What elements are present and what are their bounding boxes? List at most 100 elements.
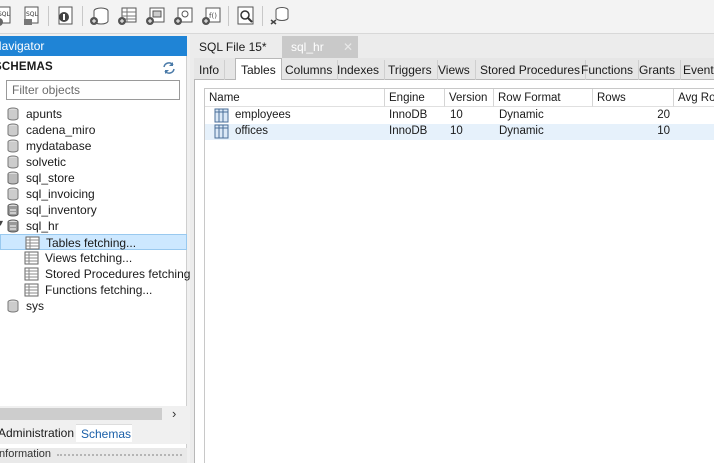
functions-folder-icon <box>24 283 39 297</box>
tab-schemas[interactable]: Schemas <box>76 424 132 442</box>
editor-area: SQL File 15* sql_hr ✕ Info Tables Column… <box>190 34 714 463</box>
filter-objects-input[interactable] <box>6 80 180 100</box>
sql-new-icon[interactable]: SQL <box>0 5 16 27</box>
tree-item-label: Views fetching... <box>45 251 133 265</box>
create-procedure-icon[interactable] <box>173 5 195 27</box>
tree-item-views[interactable]: Views fetching... <box>0 250 187 266</box>
column-header-engine[interactable]: Engine <box>385 89 445 107</box>
sql-open-icon[interactable]: SQL <box>22 5 44 27</box>
main-toolbar: SQL SQL f() <box>0 0 714 34</box>
scrollbar-thumb[interactable] <box>0 408 162 420</box>
tab-administration[interactable]: Administration <box>0 424 81 442</box>
tab-columns[interactable]: Columns <box>280 60 339 80</box>
tab-events[interactable]: Events <box>678 60 714 80</box>
reconnect-icon[interactable] <box>269 5 291 27</box>
schema-inspector-tabs: Info Tables Columns Indexes Triggers Vie… <box>194 58 714 81</box>
schema-item-sys[interactable]: sys <box>0 298 187 314</box>
close-icon[interactable]: ✕ <box>343 40 353 54</box>
table-engine: InnoDB <box>389 125 428 137</box>
schema-label: solvetic <box>26 155 67 169</box>
tab-sql-hr[interactable]: sql_hr ✕ <box>282 36 358 58</box>
column-header-avg-row-length[interactable]: Avg Row Length <box>674 89 714 107</box>
information-bar[interactable]: Information <box>0 448 187 463</box>
schema-item-sql-invoicing[interactable]: sql_invoicing <box>0 186 187 202</box>
svg-text:SQL: SQL <box>0 11 11 18</box>
table-row[interactable]: employees InnoDB 10 Dynamic 20 <box>205 108 714 124</box>
tree-item-tables[interactable]: Tables fetching... <box>0 234 187 250</box>
table-version: 10 <box>450 125 463 137</box>
tab-stored-procedures[interactable]: Stored Procedures <box>475 60 587 80</box>
tab-info[interactable]: Info <box>194 60 226 80</box>
table-rows: 20 <box>657 109 670 121</box>
tree-item-stored-procedures[interactable]: Stored Procedures fetching... <box>0 266 200 282</box>
procedures-folder-icon <box>24 267 39 281</box>
schema-item-apunts[interactable]: apunts <box>0 106 187 122</box>
tables-grid: Name Engine Version Row Format Rows Avg … <box>204 88 714 463</box>
table-engine: InnoDB <box>389 109 428 121</box>
create-view-icon[interactable] <box>145 5 167 27</box>
tab-indexes[interactable]: Indexes <box>332 60 386 80</box>
svg-text:SQL: SQL <box>26 11 39 18</box>
navigator-bottom-tabs: Administration Schemas <box>0 422 187 444</box>
table-row-format: Dynamic <box>499 125 544 137</box>
navigator-panel: Navigator SCHEMAS apunts cadena_miro myd… <box>0 36 200 463</box>
schemas-header: SCHEMAS <box>0 60 187 76</box>
database-icon <box>6 107 20 121</box>
schema-item-sql-hr[interactable]: ▾ sql_hr <box>0 218 187 234</box>
table-name: employees <box>235 109 291 121</box>
table-row[interactable]: offices InnoDB 10 Dynamic 10 <box>205 124 714 140</box>
tree-item-label: Functions fetching... <box>45 283 153 297</box>
schema-item-cadena-miro[interactable]: cadena_miro <box>0 122 187 138</box>
table-rows: 10 <box>657 125 670 137</box>
horizontal-scrollbar[interactable]: › <box>0 406 187 422</box>
scroll-right-icon[interactable]: › <box>172 406 176 421</box>
tab-tables[interactable]: Tables <box>235 58 282 81</box>
table-version: 10 <box>450 109 463 121</box>
schema-label: cadena_miro <box>26 123 96 137</box>
database-icon <box>6 203 20 217</box>
create-table-icon[interactable] <box>117 5 139 27</box>
tree-item-label: Tables fetching... <box>46 236 137 250</box>
navigator-header: Navigator <box>0 36 187 56</box>
database-icon <box>6 171 20 185</box>
svg-text:f(): f() <box>209 12 217 20</box>
column-header-row-format[interactable]: Row Format <box>494 89 593 107</box>
schema-item-sql-store[interactable]: sql_store <box>0 170 187 186</box>
tables-folder-icon <box>25 236 40 250</box>
expand-arrow-icon[interactable]: ▾ <box>0 218 3 229</box>
column-header-version[interactable]: Version <box>445 89 494 107</box>
tab-label: sql_hr <box>291 40 324 54</box>
schema-label: apunts <box>26 107 63 121</box>
information-label: Information <box>0 448 52 460</box>
column-header-rows[interactable]: Rows <box>593 89 674 107</box>
schema-label: sql_store <box>26 171 75 185</box>
schema-label: sql_inventory <box>26 203 97 217</box>
refresh-icon[interactable] <box>162 61 176 75</box>
column-header-name[interactable]: Name <box>205 89 385 107</box>
database-icon <box>6 299 20 313</box>
resize-grip[interactable] <box>57 454 182 458</box>
schema-item-mydatabase[interactable]: mydatabase <box>0 138 187 154</box>
inspector-icon[interactable] <box>55 5 77 27</box>
tab-grants[interactable]: Grants <box>634 60 682 80</box>
database-icon <box>6 139 20 153</box>
database-icon <box>6 123 20 137</box>
table-name: offices <box>235 125 269 137</box>
table-row-format: Dynamic <box>499 109 544 121</box>
schema-label: sql_invoicing <box>26 187 95 201</box>
tree-item-functions[interactable]: Functions fetching... <box>0 282 187 298</box>
create-schema-icon[interactable] <box>89 5 111 27</box>
tab-label: SQL File 15* <box>199 40 267 54</box>
schema-item-sql-inventory[interactable]: sql_inventory <box>0 202 187 218</box>
table-icon <box>214 108 229 123</box>
tab-triggers[interactable]: Triggers <box>383 60 438 80</box>
tab-sql-file[interactable]: SQL File 15* <box>190 36 276 58</box>
schema-label: sql_hr <box>26 219 59 233</box>
schema-item-solvetic[interactable]: solvetic <box>0 154 187 170</box>
tab-functions[interactable]: Functions <box>576 60 640 80</box>
create-function-icon[interactable]: f() <box>201 5 223 27</box>
tree-item-label: Stored Procedures fetching... <box>45 267 201 281</box>
schema-label: mydatabase <box>26 139 92 153</box>
search-table-icon[interactable] <box>235 5 257 27</box>
tab-views[interactable]: Views <box>433 60 476 80</box>
